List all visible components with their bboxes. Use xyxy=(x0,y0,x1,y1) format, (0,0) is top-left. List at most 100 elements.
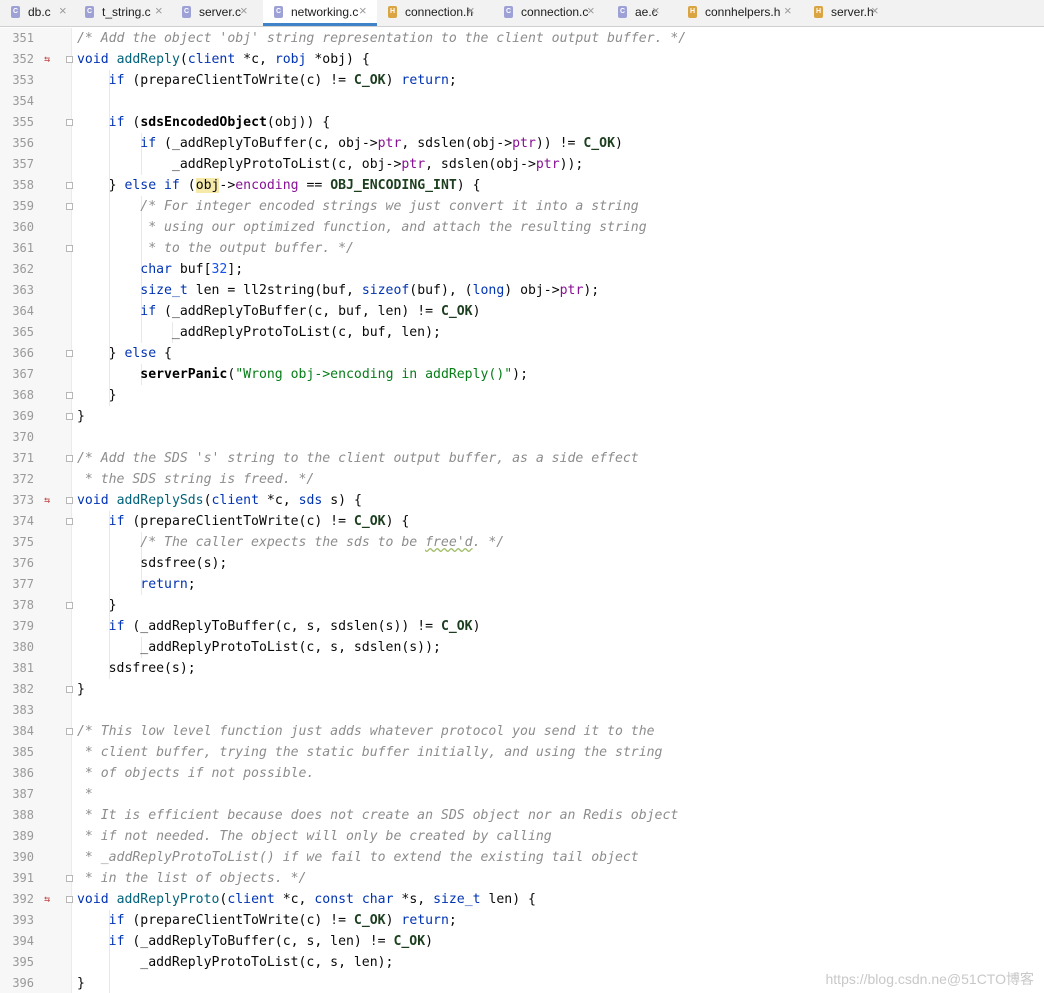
fold-icon[interactable] xyxy=(66,875,73,882)
code-line[interactable]: } xyxy=(77,679,85,700)
fold-icon[interactable] xyxy=(66,602,73,609)
code-line[interactable]: * xyxy=(77,784,93,805)
code-line[interactable]: void addReplyProto(client *c, const char… xyxy=(77,889,536,910)
code-line[interactable]: * client buffer, trying the static buffe… xyxy=(77,742,663,763)
close-icon[interactable]: × xyxy=(784,3,792,18)
override-icon[interactable]: ⇆ xyxy=(44,889,50,910)
code-line[interactable]: void addReplySds(client *c, sds s) { xyxy=(77,490,362,511)
code-token: if xyxy=(108,913,133,928)
code-line[interactable]: return; xyxy=(77,574,195,595)
close-icon[interactable]: × xyxy=(155,3,163,18)
code-line[interactable]: * the SDS string is freed. */ xyxy=(77,469,314,490)
fold-icon[interactable] xyxy=(66,56,73,63)
code-line[interactable]: if (_addReplyToBuffer(c, obj->ptr, sdsle… xyxy=(77,133,623,154)
code-editor[interactable]: 351 /* Add the object 'obj' string repres… xyxy=(0,28,1044,993)
code-line[interactable]: size_t len = ll2string(buf, sizeof(buf),… xyxy=(77,280,599,301)
fold-icon[interactable] xyxy=(66,119,73,126)
close-icon[interactable]: × xyxy=(467,3,475,18)
code-token: free'd xyxy=(425,535,473,550)
code-line[interactable]: if (_addReplyToBuffer(c, s, len) != C_OK… xyxy=(77,931,433,952)
code-line[interactable]: _addReplyProtoToList(c, buf, len); xyxy=(77,322,441,343)
code-line[interactable]: * to the output buffer. */ xyxy=(77,238,354,259)
close-icon[interactable]: × xyxy=(871,3,879,18)
code-line[interactable]: * It is efficient because does not creat… xyxy=(77,805,678,826)
tab-db-c[interactable]: Cdb.c × xyxy=(0,0,74,26)
code-line[interactable]: if (prepareClientToWrite(c) != C_OK) ret… xyxy=(77,70,457,91)
code-line[interactable]: _addReplyProtoToList(c, obj->ptr, sdslen… xyxy=(77,154,583,175)
tab-connhelpers-h[interactable]: Hconnhelpers.h × xyxy=(677,0,803,26)
code-line[interactable]: if (prepareClientToWrite(c) != C_OK) ret… xyxy=(77,910,457,931)
code-line[interactable]: * using our optimized function, and atta… xyxy=(77,217,647,238)
tab-server-h[interactable]: Hserver.h × xyxy=(803,0,899,26)
code-line[interactable]: sdsfree(s); xyxy=(77,553,227,574)
code-line[interactable]: } xyxy=(77,406,85,427)
fold-icon[interactable] xyxy=(66,203,73,210)
code-line[interactable]: } else if (obj->encoding == OBJ_ENCODING… xyxy=(77,175,481,196)
code-line[interactable]: serverPanic("Wrong obj->encoding in addR… xyxy=(77,364,528,385)
code-line[interactable]: if (sdsEncodedObject(obj)) { xyxy=(77,112,331,133)
fold-icon[interactable] xyxy=(66,413,73,420)
fold-icon[interactable] xyxy=(66,896,73,903)
fold-icon[interactable] xyxy=(66,350,73,357)
code-line[interactable]: if (_addReplyToBuffer(c, s, sdslen(s)) !… xyxy=(77,616,481,637)
code-line[interactable]: if (_addReplyToBuffer(c, buf, len) != C_… xyxy=(77,301,481,322)
code-line[interactable]: char buf[32]; xyxy=(77,259,243,280)
tab-label: connhelpers.h xyxy=(705,5,781,19)
code-line[interactable]: * of objects if not possible. xyxy=(77,763,314,784)
tab-ae-c[interactable]: Cae.c × xyxy=(607,0,677,26)
code-line[interactable]: * in the list of objects. */ xyxy=(77,868,307,889)
code-line[interactable]: } else { xyxy=(77,343,172,364)
fold-icon[interactable] xyxy=(66,686,73,693)
code-line[interactable]: } xyxy=(77,595,117,616)
code-token: void xyxy=(77,52,117,67)
fold-icon[interactable] xyxy=(66,455,73,462)
code-line[interactable]: } xyxy=(77,973,85,993)
code-line[interactable]: * _addReplyProtoToList() if we fail to e… xyxy=(77,847,639,868)
code-token: * using our optimized function, and atta… xyxy=(77,220,647,235)
override-icon[interactable]: ⇆ xyxy=(44,49,50,70)
line-number: 391 xyxy=(12,871,34,885)
close-icon[interactable]: × xyxy=(59,3,67,18)
code-line[interactable]: /* Add the SDS 's' string to the client … xyxy=(77,448,639,469)
tab-server-c[interactable]: Cserver.c × xyxy=(171,0,263,26)
line-number: 351 xyxy=(12,31,34,45)
tab-t-string-c[interactable]: Ct_string.c × xyxy=(74,0,171,26)
code-token: } xyxy=(77,388,117,403)
code-line[interactable]: } xyxy=(77,385,117,406)
fold-icon[interactable] xyxy=(66,245,73,252)
code-token: * xyxy=(77,787,93,802)
close-icon[interactable]: × xyxy=(652,3,660,18)
tab-label: connection.h xyxy=(405,5,474,19)
line-number: 365 xyxy=(12,325,34,339)
code-line[interactable]: /* The caller expects the sds to be free… xyxy=(77,532,504,553)
code-line[interactable]: /* Add the object 'obj' string represent… xyxy=(77,28,686,49)
code-token: (prepareClientToWrite(c) != xyxy=(132,913,354,928)
line-number: 356 xyxy=(12,136,34,150)
fold-icon[interactable] xyxy=(66,728,73,735)
code-token: )) != xyxy=(535,136,584,151)
code-line[interactable]: /* This low level function just adds wha… xyxy=(77,721,655,742)
fold-icon[interactable] xyxy=(66,497,73,504)
close-icon[interactable]: × xyxy=(587,3,595,18)
fold-icon[interactable] xyxy=(66,182,73,189)
line-number: 389 xyxy=(12,829,34,843)
fold-icon[interactable] xyxy=(66,518,73,525)
c-file-icon: C xyxy=(504,6,513,18)
tab-connection-h[interactable]: Hconnection.h × xyxy=(377,0,493,26)
fold-icon[interactable] xyxy=(66,392,73,399)
override-icon[interactable]: ⇆ xyxy=(44,490,50,511)
code-line[interactable]: * if not needed. The object will only be… xyxy=(77,826,552,847)
close-icon[interactable]: × xyxy=(359,3,367,18)
tab-connection-c[interactable]: Cconnection.c × xyxy=(493,0,607,26)
code-line[interactable]: _addReplyProtoToList(c, s, len); xyxy=(77,952,393,973)
code-line[interactable]: /* For integer encoded strings we just c… xyxy=(77,196,638,217)
close-icon[interactable]: × xyxy=(240,3,248,18)
code-token: ) xyxy=(472,304,481,319)
tab-networking-c[interactable]: Cnetworking.c × xyxy=(263,0,377,26)
header-file-icon: H xyxy=(814,6,823,18)
code-line[interactable]: _addReplyProtoToList(c, s, sdslen(s)); xyxy=(77,637,441,658)
code-line[interactable]: if (prepareClientToWrite(c) != C_OK) { xyxy=(77,511,410,532)
code-line[interactable]: void addReply(client *c, robj *obj) { xyxy=(77,49,370,70)
code-token: * if not needed. The object will only be… xyxy=(77,829,552,844)
code-line[interactable]: sdsfree(s); xyxy=(77,658,196,679)
